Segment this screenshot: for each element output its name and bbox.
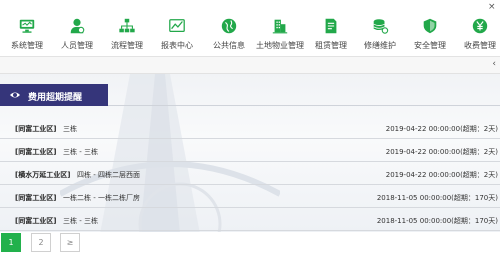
due-time: 2019-04-22 00:00:00(超期：2天) [385, 148, 498, 156]
main-content: 费用超期提醒 [同富工业区] 三栋 2019-04-22 00:00:00(超期… [0, 74, 500, 232]
building-name: 四栋 - 四栋二层西面 [77, 171, 140, 179]
list-item[interactable]: [同富工业区] 三栋 - 三栋 2019-04-22 00:00:00(超期：2… [0, 139, 500, 162]
shield-icon [423, 18, 437, 34]
due-time: 2019-04-22 00:00:00(超期：2天) [385, 171, 498, 179]
building-name: 一栋二栋 - 一栋二栋厂房 [63, 194, 140, 202]
toolbar-item-label: 土地物业管理 [256, 41, 304, 50]
park-name: [同富工业区] [15, 217, 57, 225]
close-icon[interactable]: × [488, 2, 496, 12]
building-icon [272, 19, 288, 34]
toolbar-item-personnel[interactable]: 人员管理 [55, 17, 99, 51]
toolbar-item-workflow[interactable]: 流程管理 [105, 17, 149, 51]
toolbar-item-label: 人员管理 [61, 41, 93, 50]
section-title: 费用超期提醒 [28, 93, 83, 103]
next-page-button[interactable]: ≥ [60, 233, 80, 252]
building-name: 三栋 - 三栋 [63, 217, 98, 225]
list-item[interactable]: [同富工业区] 三栋 - 三栋 2018-11-05 00:00:00(超期：1… [0, 208, 500, 231]
eye-icon [10, 92, 20, 98]
line-chart-icon [169, 19, 185, 33]
park-name: [横水万延工业区] [15, 171, 71, 179]
toolbar-item-maintenance[interactable]: 修缮维护 [358, 17, 402, 51]
globe-icon [221, 18, 237, 34]
toolbar-item-public-info[interactable]: 公共信息 [207, 17, 251, 51]
park-name: [同富工业区] [15, 148, 57, 156]
list-item[interactable]: [横水万延工业区] 四栋 - 四栋二层西面 2019-04-22 00:00:0… [0, 162, 500, 185]
toolbar-item-reports[interactable]: 报表中心 [155, 17, 199, 51]
toolbar-item-label: 收费管理 [464, 41, 496, 50]
toolbar-item-label: 安全管理 [414, 41, 446, 50]
building-name: 三栋 [63, 125, 77, 133]
coins-wrench-icon [373, 19, 389, 34]
org-chart-icon [119, 18, 135, 33]
toolbar-item-land-property[interactable]: 土地物业管理 [256, 17, 304, 51]
due-time: 2018-11-05 00:00:00(超期：170天) [376, 194, 498, 202]
toolbar-item-label: 系统管理 [11, 41, 43, 50]
list-item[interactable]: [同富工业区] 三栋 2019-04-22 00:00:00(超期：2天) [0, 116, 500, 139]
due-time: 2019-04-22 00:00:00(超期：2天) [385, 125, 498, 133]
overdue-list: [同富工业区] 三栋 2019-04-22 00:00:00(超期：2天) [同… [0, 116, 500, 231]
top-toolbar: × 系统管理 人员管理 流程管理 报表中心 公共信息 土地物业管理 租赁管理 修… [0, 0, 500, 57]
page-button-1[interactable]: 1 [1, 233, 21, 252]
document-icon [325, 18, 337, 34]
toolbar-item-billing[interactable]: 收费管理 [458, 17, 500, 51]
toolbar-item-label: 流程管理 [111, 41, 143, 50]
tab-strip: ‹ [0, 57, 500, 74]
page-button-2[interactable]: 2 [31, 233, 51, 252]
chevron-left-icon[interactable]: ‹ [492, 59, 496, 69]
toolbar-item-system[interactable]: 系统管理 [5, 17, 49, 51]
toolbar-item-label: 公共信息 [213, 41, 245, 50]
toolbar-item-label: 报表中心 [161, 41, 193, 50]
monitor-icon [19, 19, 35, 33]
section-header: 费用超期提醒 [0, 84, 108, 106]
user-icon [70, 18, 85, 34]
toolbar-item-safety[interactable]: 安全管理 [408, 17, 452, 51]
divider [108, 105, 500, 106]
due-time: 2018-11-05 00:00:00(超期：170天) [376, 217, 498, 225]
park-name: [同富工业区] [15, 125, 57, 133]
list-item[interactable]: [同富工业区] 一栋二栋 - 一栋二栋厂房 2018-11-05 00:00:0… [0, 185, 500, 208]
toolbar-item-label: 修缮维护 [364, 41, 396, 50]
building-name: 三栋 - 三栋 [63, 148, 98, 156]
pagination: 1 2 ≥ [0, 232, 500, 262]
toolbar-item-label: 租赁管理 [315, 41, 347, 50]
park-name: [同富工业区] [15, 194, 57, 202]
toolbar-item-leasing[interactable]: 租赁管理 [309, 17, 353, 51]
yen-icon [472, 18, 488, 34]
